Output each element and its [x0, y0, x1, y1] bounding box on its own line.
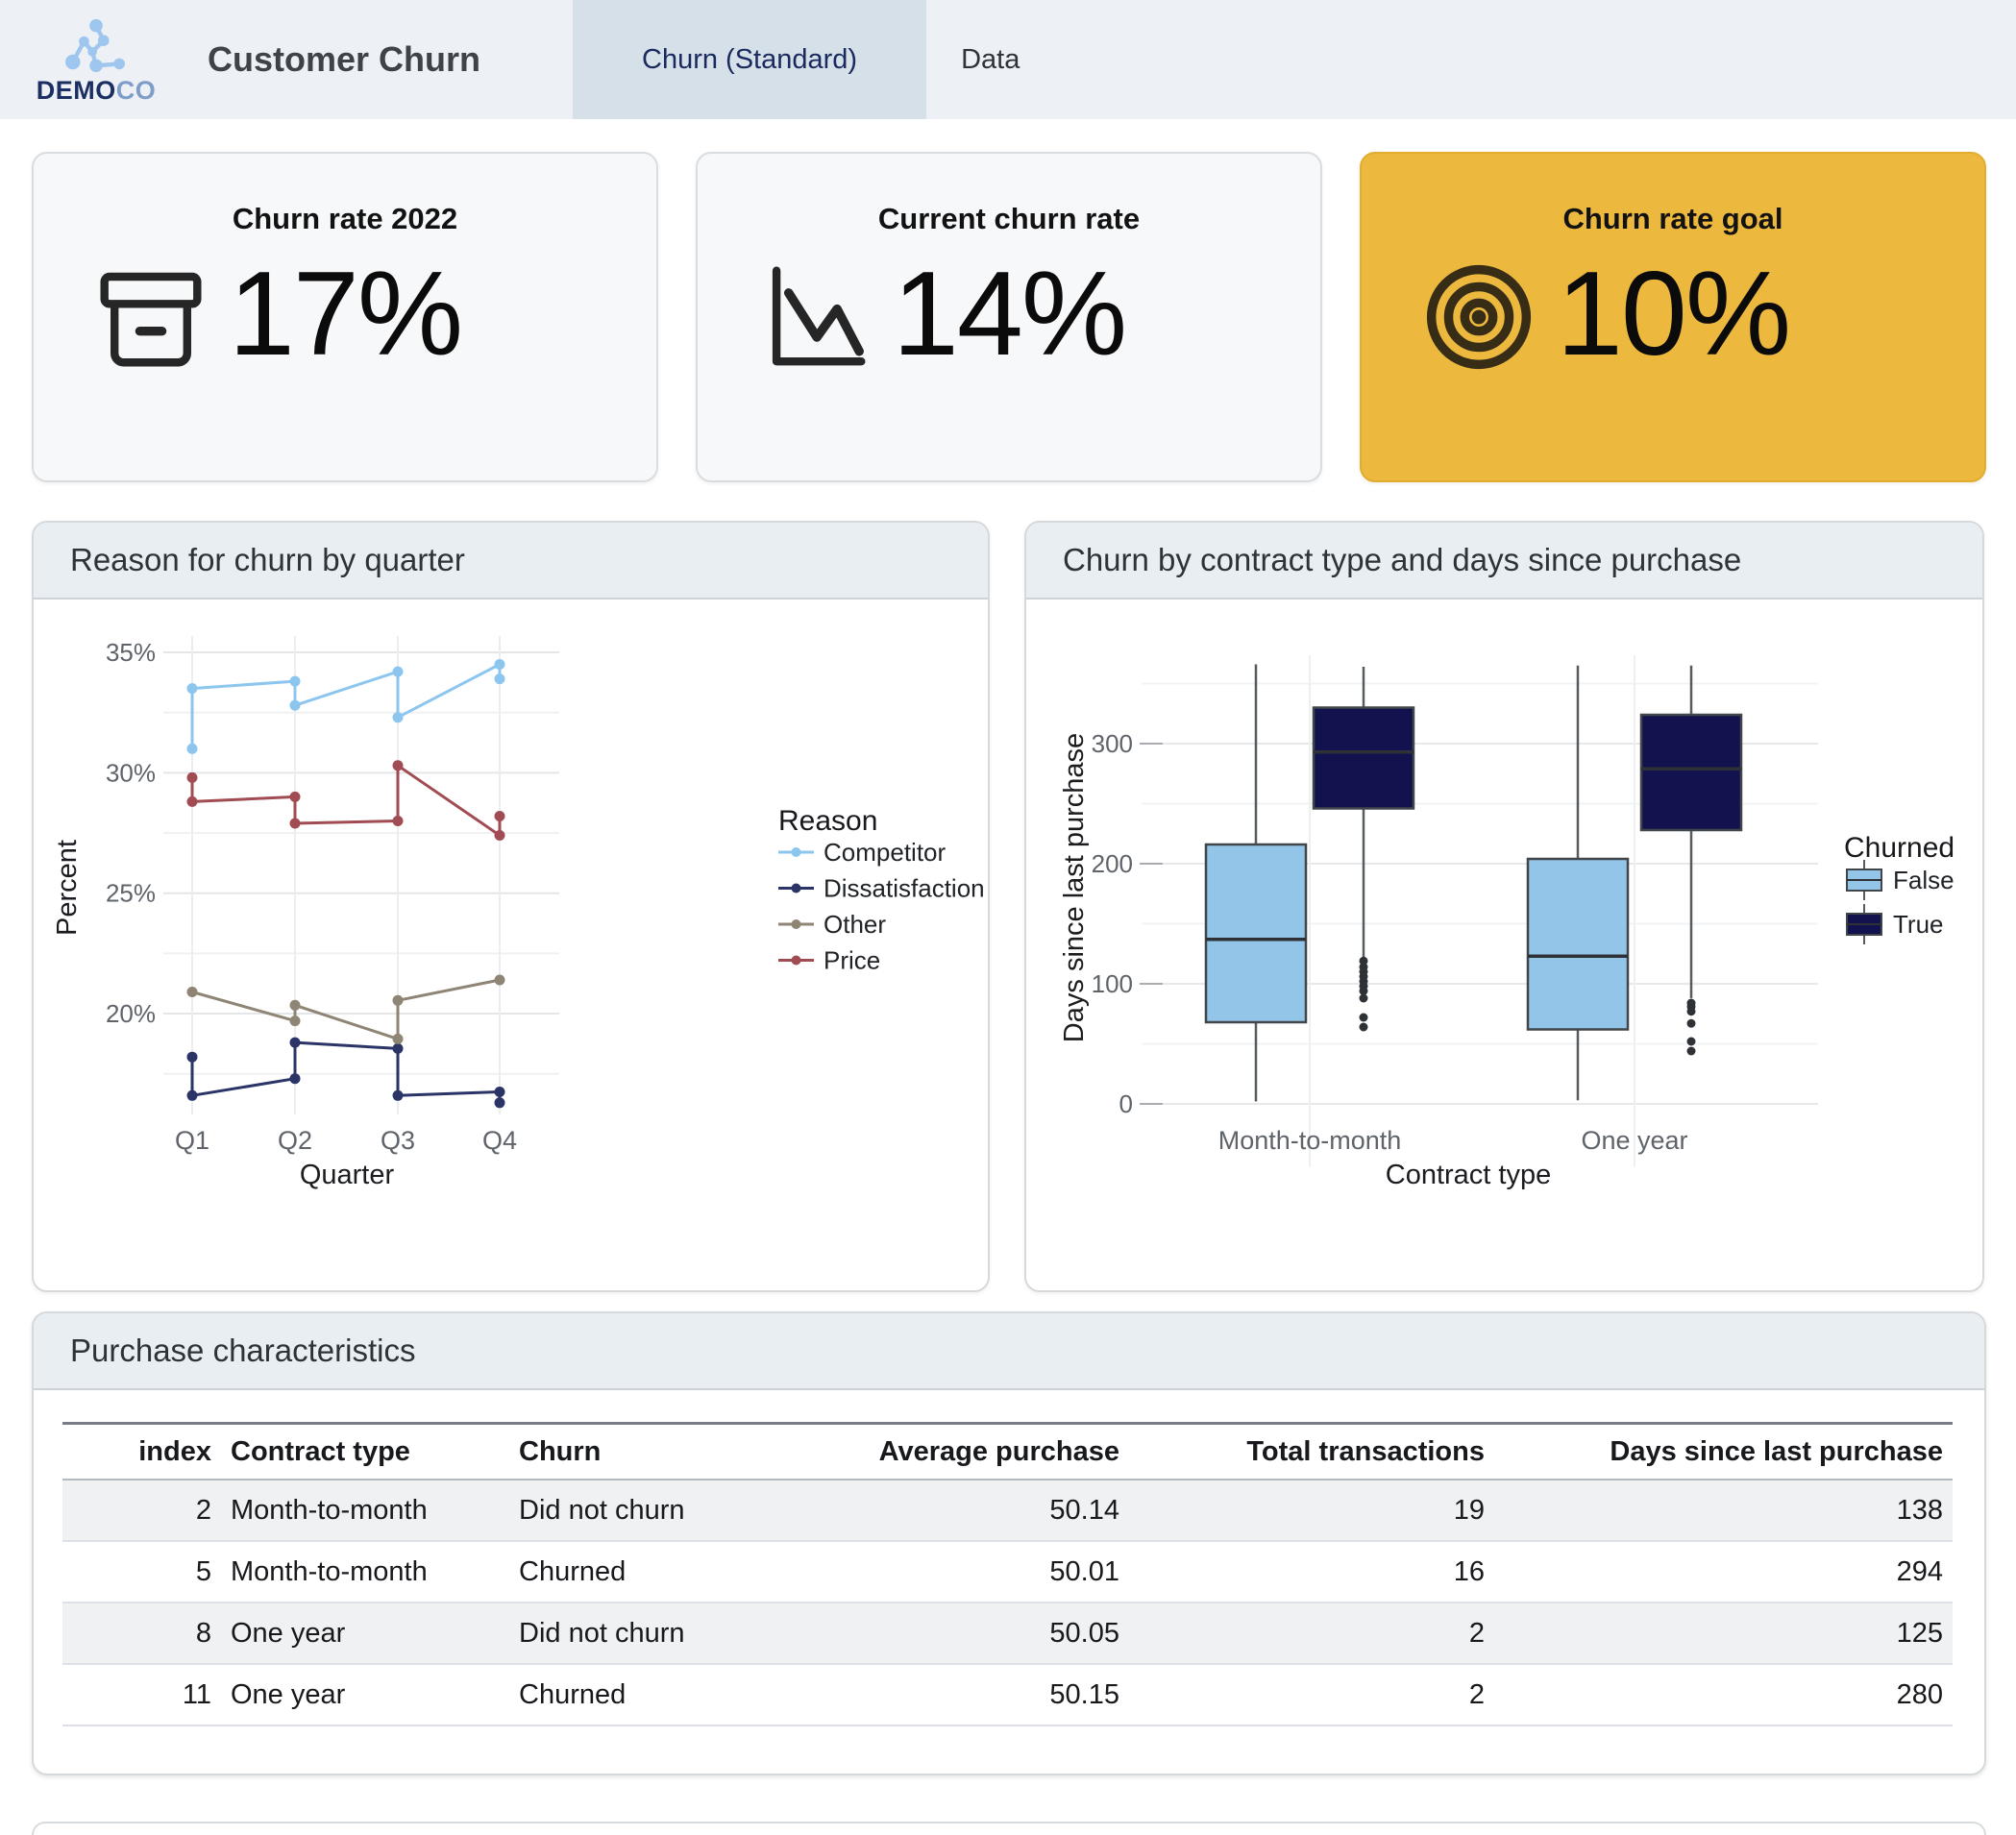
- table-cell: 294: [1494, 1541, 1953, 1603]
- purchase-table-wrap: indexContract typeChurnAverage purchaseT…: [62, 1422, 1953, 1726]
- svg-text:30%: 30%: [106, 758, 156, 787]
- svg-text:Competitor: Competitor: [824, 838, 946, 867]
- svg-text:0: 0: [1119, 1089, 1133, 1118]
- svg-text:20%: 20%: [106, 999, 156, 1028]
- svg-text:300: 300: [1092, 729, 1133, 758]
- dashboard-page: DEMOCO Customer Churn Churn (Standard) D…: [0, 0, 2016, 1835]
- table-row: 2Month-to-monthDid not churn50.1419138: [62, 1480, 1953, 1541]
- table-cell: 280: [1494, 1664, 1953, 1725]
- svg-text:Other: Other: [824, 910, 886, 939]
- table-row: 11One yearChurned50.152280: [62, 1664, 1953, 1725]
- target-icon: [1415, 257, 1542, 378]
- table-cell: Month-to-month: [221, 1480, 509, 1541]
- table-cell: 50.14: [788, 1480, 1129, 1541]
- table-cell: 50.05: [788, 1603, 1129, 1664]
- table-cell: 5: [62, 1541, 221, 1603]
- column-header: Days since last purchase: [1494, 1424, 1953, 1480]
- tab-churn-standard[interactable]: Churn (Standard): [573, 0, 926, 119]
- purchase-table-title: Purchase characteristics: [34, 1313, 1984, 1390]
- svg-text:Reason: Reason: [778, 805, 877, 837]
- table-cell: Churned: [509, 1664, 788, 1725]
- column-header: index: [62, 1424, 221, 1480]
- tab-data[interactable]: Data: [926, 0, 1054, 119]
- svg-text:35%: 35%: [106, 638, 156, 667]
- table-cell: 50.01: [788, 1541, 1129, 1603]
- line-chart-title: Reason for churn by quarter: [34, 523, 988, 599]
- table-row: 5Month-to-monthChurned50.0116294: [62, 1541, 1953, 1603]
- svg-text:Q1: Q1: [175, 1126, 209, 1155]
- table-cell: Month-to-month: [221, 1541, 509, 1603]
- table-header-row: indexContract typeChurnAverage purchaseT…: [62, 1424, 1953, 1480]
- molecule-logo-icon: [60, 16, 133, 76]
- next-card-cutoff: [32, 1822, 1986, 1835]
- kpi-row: Churn rate 2022 17% Current churn rate 1…: [32, 152, 1986, 482]
- svg-text:False: False: [1893, 866, 1955, 894]
- kpi-title: Churn rate 2022: [34, 202, 656, 236]
- svg-text:Month-to-month: Month-to-month: [1218, 1126, 1402, 1155]
- kpi-title: Churn rate goal: [1362, 202, 1984, 236]
- kpi-card-churn-rate-goal: Churn rate goal 10%: [1360, 152, 1986, 482]
- democo-logo: DEMOCO: [35, 16, 158, 104]
- charts-row: Reason for churn by quarter 35% 30% 25% 20%…: [32, 521, 1986, 1292]
- reason-line-chart: 35% 30% 25% 20% Q1 Q2 Q3 Q4 Quarter Percent Reason…: [34, 599, 988, 1292]
- column-header: Average purchase: [788, 1424, 1129, 1480]
- app-header: DEMOCO Customer Churn Churn (Standard) D…: [0, 0, 2016, 119]
- svg-text:Price: Price: [824, 946, 880, 975]
- logo-wordmark: DEMOCO: [37, 78, 157, 104]
- svg-text:100: 100: [1092, 969, 1133, 998]
- svg-text:Quarter: Quarter: [300, 1160, 395, 1190]
- table-cell: 2: [1129, 1603, 1494, 1664]
- table-cell: 138: [1494, 1480, 1953, 1541]
- svg-text:25%: 25%: [106, 879, 156, 908]
- column-header: Contract type: [221, 1424, 509, 1480]
- table-cell: One year: [221, 1603, 509, 1664]
- svg-text:Dissatisfaction: Dissatisfaction: [824, 874, 985, 903]
- table-cell: 2: [62, 1480, 221, 1541]
- kpi-title: Current churn rate: [698, 202, 1320, 236]
- table-cell: 11: [62, 1664, 221, 1725]
- logo-text-co: CO: [116, 76, 157, 105]
- column-header: Churn: [509, 1424, 788, 1480]
- svg-text:Q4: Q4: [482, 1126, 517, 1155]
- svg-text:Q2: Q2: [278, 1126, 312, 1155]
- table-cell: 19: [1129, 1480, 1494, 1541]
- table-cell: Churned: [509, 1541, 788, 1603]
- table-cell: 8: [62, 1603, 221, 1664]
- svg-text:One year: One year: [1581, 1126, 1687, 1155]
- table-cell: One year: [221, 1664, 509, 1725]
- table-row: 8One yearDid not churn50.052125: [62, 1603, 1953, 1664]
- table-cell: Did not churn: [509, 1603, 788, 1664]
- svg-text:Churned: Churned: [1844, 832, 1955, 864]
- page-title: Customer Churn: [208, 39, 480, 80]
- archive-box-icon: [87, 257, 214, 378]
- table-cell: 2: [1129, 1664, 1494, 1725]
- trend-down-icon: [751, 257, 878, 378]
- table-cell: 50.15: [788, 1664, 1129, 1725]
- box-chart-title: Churn by contract type and days since pu…: [1026, 523, 1982, 599]
- purchase-characteristics-table: indexContract typeChurnAverage purchaseT…: [62, 1422, 1953, 1726]
- table-cell: 125: [1494, 1603, 1953, 1664]
- line-chart-card: Reason for churn by quarter 35% 30% 25% 20%…: [32, 521, 990, 1292]
- table-cell: 16: [1129, 1541, 1494, 1603]
- svg-text:Q3: Q3: [381, 1126, 415, 1155]
- logo-text-demo: DEMO: [37, 76, 116, 105]
- svg-text:Contract type: Contract type: [1386, 1160, 1551, 1190]
- kpi-card-churn-rate-2022: Churn rate 2022 17%: [32, 152, 658, 482]
- purchase-table-card: Purchase characteristics indexContract t…: [32, 1311, 1986, 1775]
- svg-text:Percent: Percent: [52, 840, 83, 936]
- svg-text:200: 200: [1092, 849, 1133, 878]
- table-cell: Did not churn: [509, 1480, 788, 1541]
- line-chart-body: 35% 30% 25% 20% Q1 Q2 Q3 Q4 Quarter Percent Reason…: [34, 599, 988, 1292]
- box-chart-card: Churn by contract type and days since pu…: [1024, 521, 1984, 1292]
- svg-text:True: True: [1893, 910, 1944, 939]
- svg-text:Days since last purchase: Days since last purchase: [1059, 733, 1090, 1042]
- churn-box-chart: 0 100 200 300 Month-to-month One year Contract…: [1026, 599, 1982, 1292]
- kpi-card-current-churn-rate: Current churn rate 14%: [696, 152, 1322, 482]
- tab-bar: Churn (Standard) Data: [573, 0, 1054, 119]
- box-chart-body: 0 100 200 300 Month-to-month One year Contract…: [1026, 599, 1982, 1292]
- column-header: Total transactions: [1129, 1424, 1494, 1480]
